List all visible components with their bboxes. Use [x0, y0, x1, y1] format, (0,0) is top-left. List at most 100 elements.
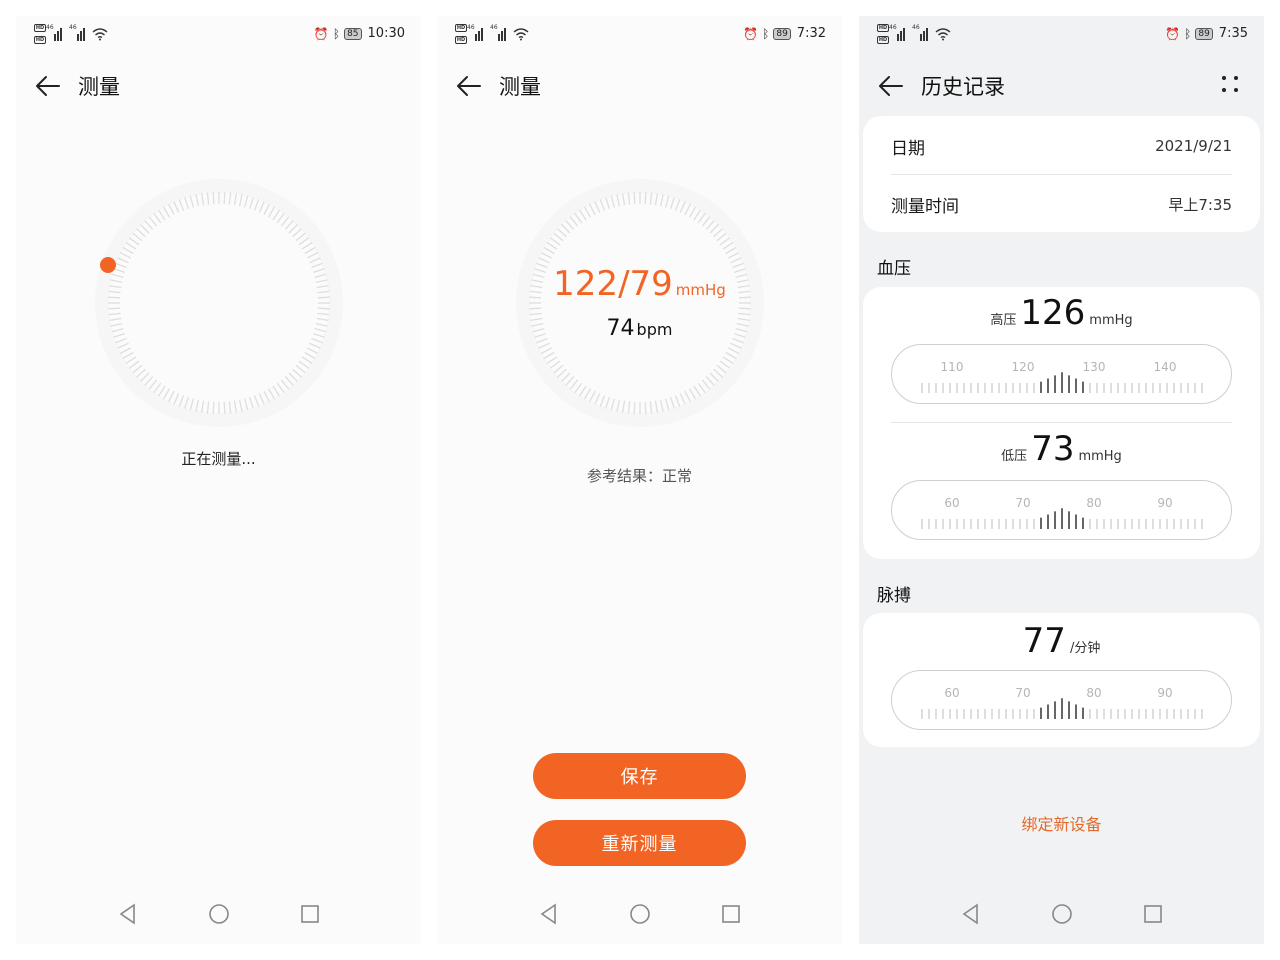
signal-icon: 46 — [69, 24, 88, 41]
date-label: 日期 — [891, 138, 925, 159]
systolic-reading: 高压 126 mmHg — [863, 293, 1260, 333]
pulse-card: 77 /分钟 60 70 80 90 — [863, 613, 1260, 747]
pulse-value: 74 — [606, 316, 635, 341]
diastolic-reading: 低压 73 mmHg — [863, 429, 1260, 469]
pulse-history-unit: /分钟 — [1069, 641, 1101, 656]
divider — [891, 422, 1232, 423]
home-circle-icon[interactable] — [207, 902, 231, 926]
diastolic-label: 低压 — [1001, 449, 1028, 464]
recents-square-icon[interactable] — [298, 902, 322, 926]
bluetooth-icon: ᛒ — [762, 26, 770, 41]
dial-tick — [223, 401, 226, 414]
diastolic-value: 73 — [1031, 429, 1075, 469]
status-bar: HD HD 46 46 ⏰ ᛒ 85 10:30 — [16, 16, 421, 52]
four-dots-icon[interactable] — [1220, 74, 1242, 96]
time-label: 测量时间 — [891, 196, 959, 217]
dial-tick — [529, 307, 542, 310]
arrow-left-icon[interactable] — [34, 72, 62, 100]
page-title: 测量 — [78, 75, 120, 99]
date-value: 2021/9/21 — [1155, 137, 1232, 155]
bp-unit: mmHg — [675, 281, 726, 299]
diastolic-unit: mmHg — [1078, 449, 1122, 464]
ruler-tick-label: 60 — [944, 686, 959, 700]
ruler-tick-label: 130 — [1083, 360, 1106, 374]
time-value: 早上7:35 — [1168, 195, 1232, 214]
signal-icon: 46 — [889, 24, 908, 41]
bind-new-device-link[interactable]: 绑定新设备 — [859, 811, 1264, 835]
ruler-tick-label: 120 — [1012, 360, 1035, 374]
arrow-left-icon[interactable] — [877, 72, 905, 100]
pulse-reading: 74 bpm — [437, 316, 842, 341]
clock: 7:35 — [1218, 26, 1248, 41]
ruler-tick-label: 110 — [941, 360, 964, 374]
systolic-ruler: 110 120 130 140 — [891, 344, 1232, 404]
dial-tick — [738, 307, 751, 310]
wifi-icon — [92, 28, 108, 41]
app-header: 测量 — [34, 68, 403, 104]
remeasure-button[interactable]: 重新测量 — [533, 820, 746, 866]
status-bar: HD HD 46 46 ⏰ ᛒ 89 7:35 — [859, 16, 1264, 52]
alarm-icon: ⏰ — [743, 26, 759, 41]
navigation-bar — [437, 900, 842, 930]
app-header: 历史记录 — [877, 68, 1246, 104]
save-button[interactable]: 保存 — [533, 753, 746, 799]
ruler-tick-label: 90 — [1157, 686, 1172, 700]
bp-section-title: 血压 — [877, 259, 911, 279]
dial-tick — [633, 192, 636, 205]
progress-dot — [100, 257, 116, 273]
wifi-icon — [935, 28, 951, 41]
dial-tick — [317, 296, 330, 299]
pulse-section-title: 脉搏 — [877, 586, 911, 606]
app-header: 测量 — [455, 68, 824, 104]
ruler-tick-label: 70 — [1015, 686, 1030, 700]
navigation-bar — [16, 900, 421, 930]
dial-tick — [317, 307, 330, 310]
bluetooth-icon: ᛒ — [332, 26, 341, 41]
info-card: 日期 2021/9/21 测量时间 早上7:35 — [863, 116, 1260, 232]
recents-square-icon[interactable] — [719, 902, 743, 926]
dial-tick — [108, 307, 121, 310]
bluetooth-icon: ᛒ — [1184, 26, 1192, 41]
ruler-tick-label: 140 — [1154, 360, 1177, 374]
ruler-tick-label: 80 — [1086, 496, 1101, 510]
back-triangle-icon[interactable] — [537, 902, 561, 926]
signal-icon: 46 — [912, 24, 931, 41]
signal-icon: 46 — [46, 24, 65, 41]
battery-icon: 85 — [344, 27, 362, 40]
back-triangle-icon[interactable] — [116, 902, 140, 926]
history-screen: HD HD 46 46 ⏰ ᛒ 89 7:35 历史记录 日期 2021/9/21… — [859, 16, 1264, 944]
wifi-icon — [513, 28, 529, 41]
bp-value: 122/79 — [553, 264, 673, 304]
arrow-left-icon[interactable] — [455, 72, 483, 100]
clock: 7:32 — [796, 26, 826, 41]
measuring-screen: HD HD 46 46 ⏰ ᛒ 85 10:30 测量 正在测量... — [16, 16, 421, 944]
dial-tick — [108, 296, 121, 299]
ruler-scale: 110 120 130 140 — [921, 360, 1203, 393]
dial-tick — [633, 401, 636, 414]
measure-dial — [95, 179, 343, 427]
dial-tick — [212, 192, 215, 205]
page-title: 历史记录 — [921, 75, 1005, 99]
date-row: 日期 2021/9/21 — [891, 124, 1232, 168]
status-caption: 正在测量... — [181, 450, 256, 468]
alarm-icon: ⏰ — [1165, 26, 1181, 41]
dial-tick — [223, 192, 226, 205]
pulse-history-reading: 77 /分钟 — [863, 621, 1260, 661]
status-bar: HD HD 46 46 ⏰ ᛒ 89 7:32 — [437, 16, 842, 52]
alarm-icon: ⏰ — [313, 26, 329, 41]
reference-result: 参考结果：正常 — [586, 467, 692, 485]
bp-card: 高压 126 mmHg 110 120 130 140 低压 73 mmHg 60 70… — [863, 287, 1260, 559]
systolic-label: 高压 — [990, 313, 1017, 328]
ruler-tick-label: 80 — [1086, 686, 1101, 700]
home-circle-icon[interactable] — [1050, 902, 1074, 926]
page-title: 测量 — [499, 75, 541, 99]
dial-tick — [212, 401, 215, 414]
back-triangle-icon[interactable] — [959, 902, 983, 926]
pulse-ruler: 60 70 80 90 — [891, 670, 1232, 730]
systolic-unit: mmHg — [1089, 313, 1133, 328]
ruler-scale: 60 70 80 90 — [921, 686, 1203, 719]
recents-square-icon[interactable] — [1141, 902, 1165, 926]
bp-reading: 122/79 mmHg — [437, 264, 842, 304]
home-circle-icon[interactable] — [628, 902, 652, 926]
signal-icon: 46 — [490, 24, 509, 41]
